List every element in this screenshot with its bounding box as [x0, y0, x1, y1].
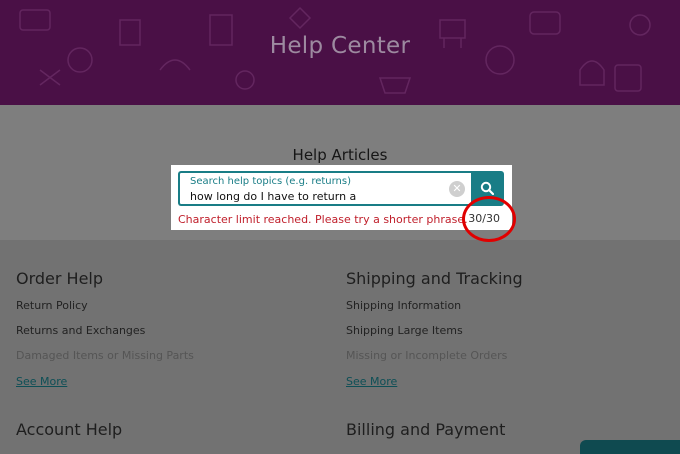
link-returns-exchanges[interactable]: Returns and Exchanges — [16, 324, 145, 337]
help-center-header: Help Center — [0, 0, 680, 105]
search-popup: Search help topics (e.g. returns) how lo… — [171, 165, 512, 230]
order-help-see-more-link[interactable]: See More — [16, 375, 67, 388]
highlight-circle-annotation — [462, 196, 516, 242]
page-title: Help Center — [269, 33, 411, 59]
magnifier-icon — [480, 181, 494, 195]
chat-button[interactable] — [580, 440, 680, 454]
link-return-policy[interactable]: Return Policy — [16, 299, 88, 312]
search-placeholder-label: Search help topics (e.g. returns) — [190, 176, 352, 187]
order-help-title: Order Help — [16, 269, 104, 288]
link-damaged-items[interactable]: Damaged Items or Missing Parts — [16, 349, 194, 362]
link-missing-orders[interactable]: Missing or Incomplete Orders — [346, 349, 507, 362]
clear-icon[interactable]: ✕ — [449, 181, 465, 197]
link-shipping-information[interactable]: Shipping Information — [346, 299, 461, 312]
account-help-title: Account Help — [16, 420, 123, 439]
link-shipping-large-items[interactable]: Shipping Large Items — [346, 324, 463, 337]
shipping-see-more-link[interactable]: See More — [346, 375, 397, 388]
billing-payment-title: Billing and Payment — [346, 420, 506, 439]
shipping-tracking-title: Shipping and Tracking — [346, 269, 523, 288]
search-input[interactable]: Search help topics (e.g. returns) how lo… — [178, 171, 471, 206]
search-input-value[interactable]: how long do I have to return a — [190, 190, 356, 203]
character-limit-error: Character limit reached. Please try a sh… — [178, 213, 468, 226]
help-articles-heading: Help Articles — [292, 146, 388, 164]
